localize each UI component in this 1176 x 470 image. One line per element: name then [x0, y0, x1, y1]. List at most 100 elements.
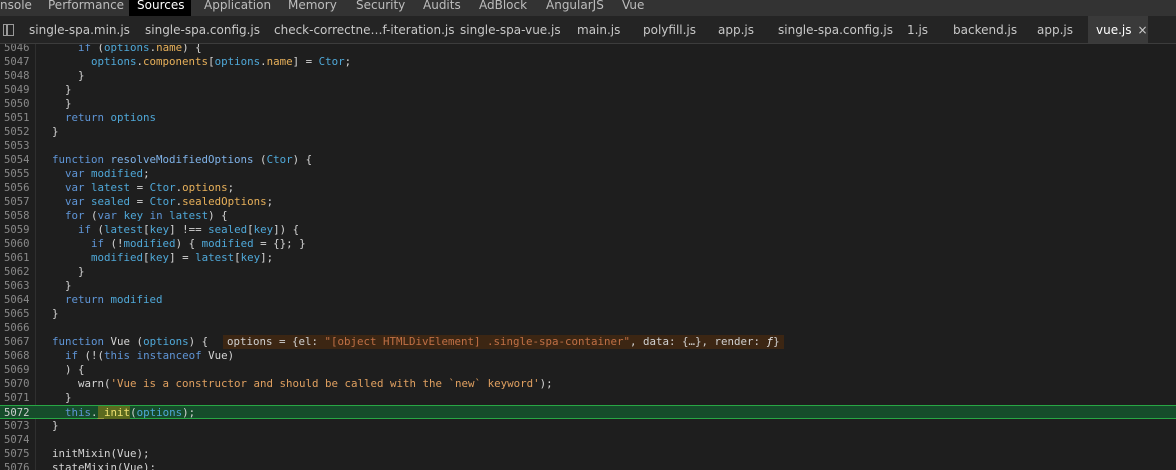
panel-tab-application[interactable]: Application	[196, 0, 279, 16]
line-number[interactable]: 5072	[0, 406, 32, 420]
code-text: if (!(this instanceof Vue)	[65, 349, 235, 362]
code-line: 5076 stateMixin(Vue);	[0, 461, 1176, 470]
file-tab[interactable]: single-spa.config.js	[770, 16, 901, 43]
code-line: 5059 if (latest[key] !== sealed[key]) {	[0, 223, 1176, 237]
code-text: return options	[65, 111, 157, 124]
code-text: warn('Vue is a constructor and should be…	[78, 377, 553, 390]
code-text: if (!modified) { modified = {}; }	[91, 237, 306, 250]
code-text: var sealed = Ctor.sealedOptions;	[65, 195, 274, 208]
line-number[interactable]: 5069	[0, 363, 32, 377]
line-number[interactable]: 5071	[0, 391, 32, 405]
file-tab[interactable]: single-spa.config.js	[137, 16, 268, 43]
code-line: 5060 if (!modified) { modified = {}; }	[0, 237, 1176, 251]
code-line: 5069 ) {	[0, 363, 1176, 377]
code-line: 5071 }	[0, 391, 1176, 405]
file-tab[interactable]: 1.js	[899, 16, 936, 43]
line-number[interactable]: 5046	[0, 44, 32, 55]
code-line: 5063 }	[0, 279, 1176, 293]
panel-tab-sources[interactable]: Sources	[129, 0, 191, 16]
sidebar-toggle-icon[interactable]	[0, 24, 16, 37]
panel-tab-adblock[interactable]: AdBlock	[471, 0, 535, 16]
file-tab[interactable]: app.js	[1029, 16, 1081, 43]
line-number[interactable]: 5055	[0, 167, 32, 181]
line-number[interactable]: 5048	[0, 69, 32, 83]
code-line: 5068 if (!(this instanceof Vue)	[0, 349, 1176, 363]
file-tab-active[interactable]: vue.js ×	[1088, 16, 1148, 43]
line-number[interactable]: 5061	[0, 251, 32, 265]
panel-tab-audits[interactable]: Audits	[415, 0, 469, 16]
line-number[interactable]: 5057	[0, 195, 32, 209]
line-number[interactable]: 5047	[0, 55, 32, 69]
line-number[interactable]: 5056	[0, 181, 32, 195]
file-tab[interactable]: single-spa-vue.js	[452, 16, 569, 43]
file-tab[interactable]: single-spa.min.js	[21, 16, 138, 43]
code-text: if (options.name) {	[78, 44, 202, 54]
line-number[interactable]: 5075	[0, 447, 32, 461]
line-number[interactable]: 5066	[0, 321, 32, 335]
source-file-tabs: single-spa.min.js single-spa.config.js c…	[0, 16, 1176, 44]
code-text: options.components[options.name] = Ctor;	[91, 55, 352, 68]
file-tab[interactable]: check-correctne…f-iteration.js	[266, 16, 462, 43]
line-number[interactable]: 5068	[0, 349, 32, 363]
code-line: 5070 warn('Vue is a constructor and shou…	[0, 377, 1176, 391]
panel-tab-performance[interactable]: Performance	[40, 0, 132, 16]
code-text: this._init(options);	[65, 406, 196, 419]
code-line: 5055 var modified;	[0, 167, 1176, 181]
line-number[interactable]: 5067	[0, 335, 32, 349]
code-text: initMixin(Vue);	[52, 447, 150, 460]
code-line: 5052}	[0, 125, 1176, 139]
code-line: 5075 initMixin(Vue);	[0, 447, 1176, 461]
file-tab[interactable]: main.js	[569, 16, 628, 43]
code-line: 5046 if (options.name) {	[0, 44, 1176, 55]
panel-tab-angularjs[interactable]: AngularJS	[538, 0, 612, 16]
line-number[interactable]: 5054	[0, 153, 32, 167]
line-number[interactable]: 5053	[0, 139, 32, 153]
file-tab[interactable]: backend.js	[945, 16, 1025, 43]
code-line: 5050 }	[0, 97, 1176, 111]
code-text: }	[52, 97, 72, 110]
file-tab[interactable]: app.js	[710, 16, 762, 43]
line-number[interactable]: 5062	[0, 265, 32, 279]
code-line: 5057 var sealed = Ctor.sealedOptions;	[0, 195, 1176, 209]
code-line: 5049 }	[0, 83, 1176, 97]
code-line: 5062 }	[0, 265, 1176, 279]
code-line: 5066	[0, 321, 1176, 335]
code-text: for (var key in latest) {	[65, 209, 228, 222]
code-line: 5047 options.components[options.name] = …	[0, 55, 1176, 69]
panel-tab-vue[interactable]: Vue	[614, 0, 652, 16]
panel-tab-memory[interactable]: Memory	[280, 0, 345, 16]
close-icon[interactable]: ×	[1138, 16, 1148, 43]
code-line: 5073}	[0, 419, 1176, 433]
code-line: 5048 }	[0, 69, 1176, 83]
code-text: }	[52, 69, 85, 82]
code-text: if (latest[key] !== sealed[key]) {	[78, 223, 300, 236]
line-number[interactable]: 5063	[0, 279, 32, 293]
panel-tab-console[interactable]: nsole	[0, 0, 40, 16]
line-number[interactable]: 5073	[0, 419, 32, 433]
code-line: 5061 modified[key] = latest[key];	[0, 251, 1176, 265]
line-number[interactable]: 5070	[0, 377, 32, 391]
line-number[interactable]: 5058	[0, 209, 32, 223]
line-number[interactable]: 5064	[0, 293, 32, 307]
line-number[interactable]: 5049	[0, 83, 32, 97]
code-line: 5058 for (var key in latest) {	[0, 209, 1176, 223]
line-number[interactable]: 5059	[0, 223, 32, 237]
code-line: 5053	[0, 139, 1176, 153]
code-line: 5064 return modified	[0, 293, 1176, 307]
line-number[interactable]: 5051	[0, 111, 32, 125]
code-text: var latest = Ctor.options;	[65, 181, 235, 194]
code-text: var modified;	[65, 167, 150, 180]
code-line: 5051 return options	[0, 111, 1176, 125]
code-editor[interactable]: 5046 if (options.name) {5047 options.com…	[0, 44, 1176, 470]
line-number[interactable]: 5060	[0, 237, 32, 251]
line-number[interactable]: 5074	[0, 433, 32, 447]
panel-tab-security[interactable]: Security	[348, 0, 413, 16]
line-number[interactable]: 5052	[0, 125, 32, 139]
code-text: return modified	[65, 293, 163, 306]
inline-variable-value[interactable]: options = {el: "[object HTMLDivElement] …	[223, 335, 784, 349]
line-number[interactable]: 5076	[0, 461, 32, 470]
file-tab[interactable]: polyfill.js	[635, 16, 704, 43]
code-text: function Vue (options) {	[52, 335, 209, 348]
line-number[interactable]: 5065	[0, 307, 32, 321]
line-number[interactable]: 5050	[0, 97, 32, 111]
